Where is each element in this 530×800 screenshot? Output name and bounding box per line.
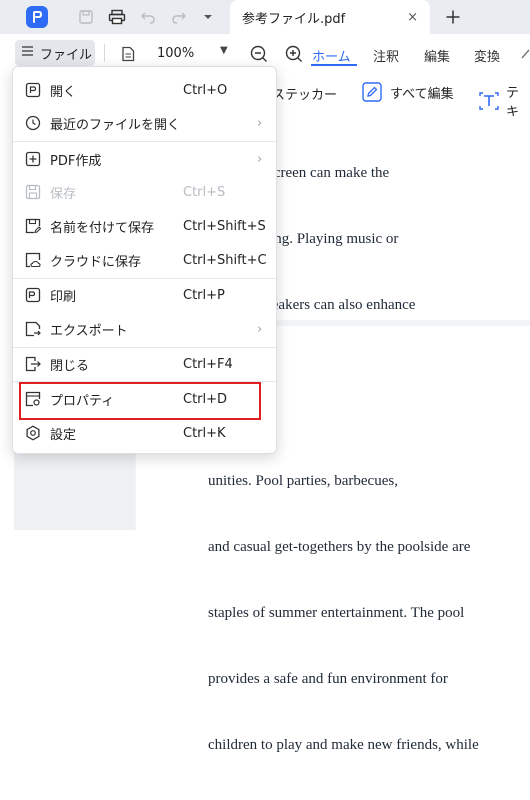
text-line: provides a safe and fun environment for [208, 671, 448, 687]
menu-item-label: 印刷 [50, 289, 77, 305]
save-icon [25, 184, 41, 200]
menu-item-shortcut: Ctrl+O [183, 82, 228, 98]
pen-icon [362, 82, 382, 102]
chevron-right-icon: › [257, 151, 263, 167]
title-bar: 参考ファイル.pdf × [0, 0, 530, 34]
menu-item-label: 名前を付けて保存 [50, 220, 155, 236]
menu-item-close[interactable]: 閉じる Ctrl+F4 [13, 349, 276, 379]
toolbar-divider [104, 44, 105, 62]
print-icon [25, 287, 41, 303]
menu-item-label: 開く [50, 84, 77, 100]
app-logo-icon[interactable] [26, 6, 48, 28]
menu-item-label: 最近のファイルを開く [50, 117, 181, 133]
save-icon[interactable] [76, 7, 96, 27]
page-view-icon[interactable] [118, 44, 138, 64]
menu-separator [13, 141, 276, 142]
menu-item-open[interactable]: 開く Ctrl+O [13, 75, 276, 105]
undo-icon[interactable] [138, 7, 158, 27]
tab-close-icon[interactable]: × [407, 10, 418, 25]
zoom-dropdown-icon[interactable]: ▼ [220, 45, 228, 56]
text-line: unities. Pool parties, barbecues, [208, 473, 398, 489]
close-file-icon [25, 356, 41, 372]
text-line: staples of summer entertainment. The poo… [208, 605, 465, 621]
menu-item-label: 設定 [50, 427, 77, 443]
menu-separator [13, 278, 276, 279]
file-menu-button[interactable]: ファイル [15, 40, 95, 66]
zoom-out-icon[interactable] [249, 44, 269, 64]
active-tab-indicator [311, 64, 357, 66]
add-text-button[interactable]: テキ [478, 82, 530, 120]
menu-item-open-recent[interactable]: 最近のファイルを開く › [13, 108, 276, 138]
text-tool-label: テキ [506, 86, 520, 120]
new-tab-icon[interactable] [443, 7, 463, 27]
cloud-save-icon [25, 252, 41, 268]
menu-item-shortcut: Ctrl+K [183, 425, 226, 441]
tab-annotate[interactable]: 注釈 [373, 46, 399, 65]
save-as-icon [25, 218, 42, 234]
open-icon [25, 82, 41, 98]
sticker-label: ステッカー [272, 88, 338, 103]
print-icon[interactable] [107, 7, 127, 27]
pdf-create-icon [25, 151, 41, 167]
text-line: children to play and make new friends, w… [208, 737, 479, 753]
file-menu-label: ファイル [40, 47, 93, 63]
menu-item-shortcut: Ctrl+S [183, 184, 226, 200]
menu-item-shortcut: Ctrl+F4 [183, 356, 233, 372]
menu-item-shortcut: Ctrl+P [183, 287, 225, 303]
tab-home[interactable]: ホーム [312, 46, 351, 65]
menu-item-shortcut: Ctrl+Shift+S [183, 218, 266, 234]
menu-item-label: エクスポート [50, 323, 128, 339]
menu-item-shortcut: Ctrl+Shift+C [183, 252, 267, 268]
tab-convert[interactable]: 変換 [474, 46, 500, 65]
menu-item-save-to-cloud[interactable]: クラウドに保存 Ctrl+Shift+C [13, 245, 276, 275]
chevron-right-icon: › [257, 321, 263, 337]
menu-item-create-pdf[interactable]: PDF作成 › [13, 144, 276, 174]
settings-icon [25, 425, 41, 441]
hamburger-icon [21, 45, 34, 61]
text-tool-icon [478, 91, 500, 111]
text-line: and casual get-togethers by the poolside… [208, 539, 471, 555]
menu-item-label: クラウドに保存 [50, 254, 142, 270]
menu-separator [13, 347, 276, 348]
menu-item-label: 閉じる [50, 358, 90, 374]
clock-icon [25, 115, 41, 131]
menu-item-settings[interactable]: 設定 Ctrl+K [13, 418, 276, 448]
menu-item-label: 保存 [50, 186, 77, 202]
more-tabs-icon[interactable] [516, 44, 530, 64]
document-tab[interactable]: 参考ファイル.pdf × [230, 0, 430, 34]
menu-item-save-as[interactable]: 名前を付けて保存 Ctrl+Shift+S [13, 211, 276, 241]
edit-all-label: すべて編集 [390, 86, 454, 102]
menu-item-save[interactable]: 保存 Ctrl+S [13, 177, 276, 207]
menu-item-print[interactable]: 印刷 Ctrl+P [13, 280, 276, 310]
zoom-in-icon[interactable] [284, 44, 304, 64]
redo-icon[interactable] [169, 7, 189, 27]
zoom-level[interactable]: 100% [157, 46, 194, 61]
menu-item-export[interactable]: エクスポート › [13, 314, 276, 344]
tab-edit[interactable]: 編集 [424, 46, 450, 65]
sticker-button[interactable]: ステッカー [272, 84, 337, 103]
edit-all-button[interactable]: すべて編集 [362, 82, 454, 102]
highlight-annotation-box [19, 382, 261, 420]
quick-access-dropdown-icon[interactable] [198, 7, 218, 27]
document-tab-title: 参考ファイル.pdf [242, 11, 346, 27]
page-text-block: unities. Pool parties, barbecues, and ca… [208, 426, 528, 800]
chevron-right-icon: › [257, 115, 263, 131]
export-icon [25, 321, 41, 337]
menu-item-label: PDF作成 [50, 153, 102, 169]
